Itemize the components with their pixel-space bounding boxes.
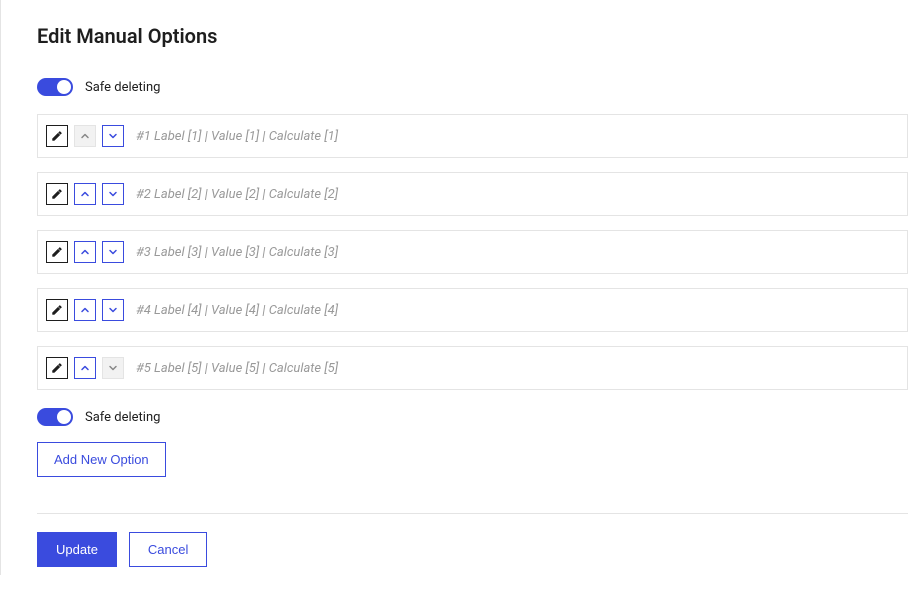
move-up-button[interactable] (74, 183, 96, 205)
option-row: #3 Label [3] | Value [3] | Calculate [3] (37, 230, 908, 274)
chevron-down-icon (107, 188, 119, 200)
safe-deleting-label: Safe deleting (85, 410, 160, 425)
move-down-button[interactable] (102, 183, 124, 205)
chevron-up-icon (79, 188, 91, 200)
option-row: #1 Label [1] | Value [1] | Calculate [1] (37, 114, 908, 158)
move-down-button[interactable] (102, 299, 124, 321)
footer-actions: Update Cancel (37, 532, 908, 567)
chevron-up-icon (79, 304, 91, 316)
move-up-button[interactable] (74, 241, 96, 263)
pencil-icon (51, 188, 63, 200)
edit-button[interactable] (46, 241, 68, 263)
cancel-button[interactable]: Cancel (129, 532, 207, 567)
move-up-button[interactable] (74, 357, 96, 379)
option-summary: #5 Label [5] | Value [5] | Calculate [5] (136, 361, 338, 376)
option-summary: #4 Label [4] | Value [4] | Calculate [4] (136, 303, 338, 318)
chevron-down-icon (107, 304, 119, 316)
pencil-icon (51, 304, 63, 316)
divider (37, 513, 908, 514)
chevron-down-icon (107, 246, 119, 258)
page-title: Edit Manual Options (37, 24, 908, 48)
option-summary: #3 Label [3] | Value [3] | Calculate [3] (136, 245, 338, 260)
option-row: #5 Label [5] | Value [5] | Calculate [5] (37, 346, 908, 390)
option-row: #2 Label [2] | Value [2] | Calculate [2] (37, 172, 908, 216)
option-row: #4 Label [4] | Value [4] | Calculate [4] (37, 288, 908, 332)
safe-deleting-toggle[interactable] (37, 408, 73, 426)
option-summary: #2 Label [2] | Value [2] | Calculate [2] (136, 187, 338, 202)
chevron-down-icon (107, 130, 119, 142)
pencil-icon (51, 130, 63, 142)
edit-button[interactable] (46, 183, 68, 205)
move-down-button[interactable] (102, 241, 124, 263)
update-button[interactable]: Update (37, 532, 117, 567)
edit-button[interactable] (46, 125, 68, 147)
options-list: #1 Label [1] | Value [1] | Calculate [1]… (37, 114, 908, 404)
chevron-up-icon (79, 130, 91, 142)
add-new-option-button[interactable]: Add New Option (37, 442, 166, 477)
move-up-button[interactable] (74, 299, 96, 321)
safe-deleting-toggle-row-bottom: Safe deleting (37, 408, 908, 426)
move-down-button[interactable] (102, 125, 124, 147)
pencil-icon (51, 246, 63, 258)
move-down-button (102, 357, 124, 379)
chevron-up-icon (79, 246, 91, 258)
chevron-down-icon (107, 362, 119, 374)
chevron-up-icon (79, 362, 91, 374)
edit-button[interactable] (46, 299, 68, 321)
move-up-button (74, 125, 96, 147)
edit-button[interactable] (46, 357, 68, 379)
option-summary: #1 Label [1] | Value [1] | Calculate [1] (136, 129, 338, 144)
safe-deleting-label: Safe deleting (85, 80, 160, 95)
pencil-icon (51, 362, 63, 374)
safe-deleting-toggle-row-top: Safe deleting (37, 78, 908, 96)
safe-deleting-toggle[interactable] (37, 78, 73, 96)
